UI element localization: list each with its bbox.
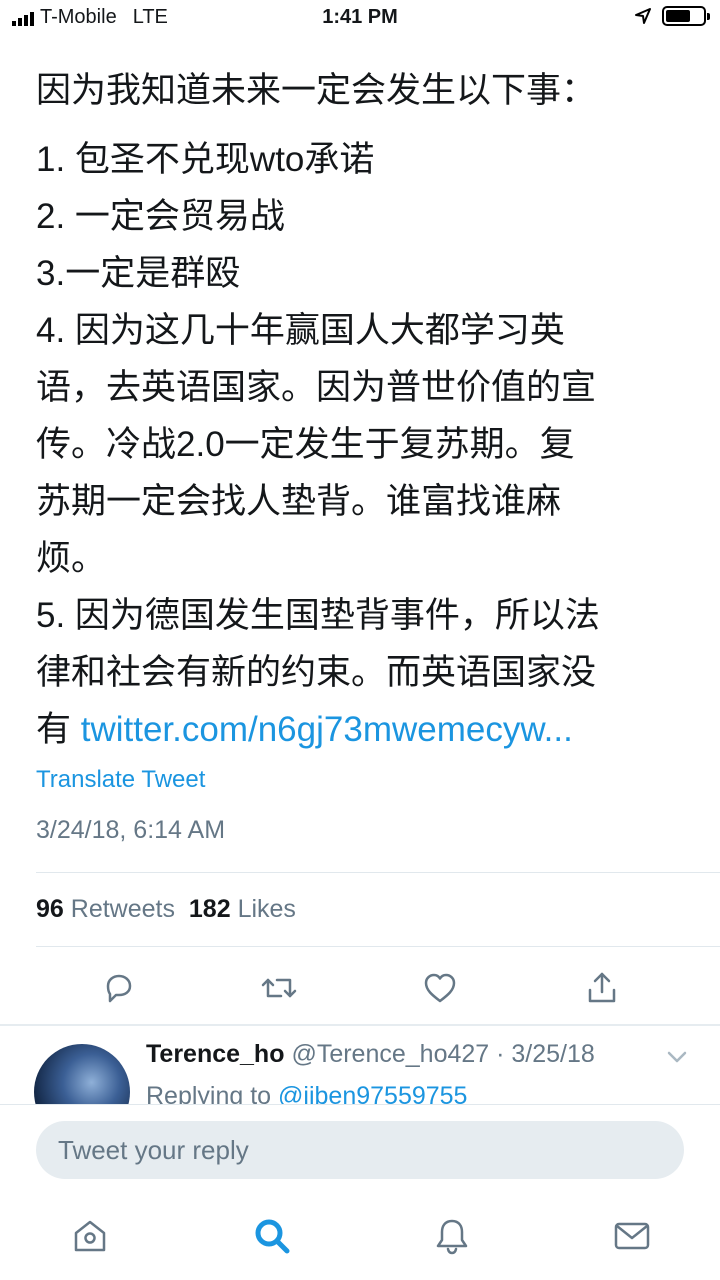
clock: 1:41 PM [322, 6, 398, 28]
tweet-link[interactable]: twitter.com/n6gj73mwemecyw... [81, 710, 573, 749]
reply-header: Terence_ho @Terence_ho427 · 3/25/18 [146, 1040, 595, 1069]
search-icon [255, 1219, 290, 1254]
reply-preview[interactable]: Terence_ho @Terence_ho427 · 3/25/18 Repl… [0, 1030, 720, 1104]
battery-icon [662, 6, 710, 26]
bell-icon [436, 1219, 468, 1255]
tab-search[interactable] [250, 1214, 294, 1258]
tweet-actions [0, 966, 720, 1010]
tab-messages[interactable] [610, 1214, 654, 1258]
tweet-line: 语，去英语国家。因为普世价值的宣 [36, 368, 597, 407]
tab-notifications[interactable] [430, 1214, 474, 1258]
tweet-line: 4. 因为这几十年赢国人大都学习英 [36, 311, 565, 350]
tweet-line: 5. 因为德国发生国垫背事件，所以法 [36, 596, 600, 635]
heart-icon [424, 973, 456, 1003]
retweet-icon [261, 978, 297, 998]
tweet-line: 苏期一定会找人垫背。谁富找谁麻 [36, 482, 562, 521]
divider [36, 872, 720, 873]
retweets-label[interactable]: Retweets [71, 895, 175, 923]
tweet-line-last: 有 twitter.com/n6gj73mwemecyw... [36, 701, 696, 758]
reply-input[interactable] [36, 1121, 684, 1179]
tab-home[interactable] [68, 1214, 112, 1258]
reply-button[interactable] [96, 966, 140, 1010]
tweet-line: 律和社会有新的约束。而英语国家没 [36, 653, 597, 692]
tab-bar [0, 1200, 720, 1280]
reply-composer [0, 1104, 720, 1201]
reply-author-name[interactable]: Terence_ho [146, 1040, 284, 1068]
share-icon [588, 972, 616, 1003]
tweet-text: 因为我知道未来一定会发生以下事： 1. 包圣不兑现wto承诺 2. 一定会贸易战… [36, 62, 696, 758]
tweet-line-prefix: 有 [36, 710, 81, 749]
replying-handle[interactable]: @jiben97559755 [278, 1082, 467, 1104]
tweet-line: 1. 包圣不兑现wto承诺 [36, 140, 375, 179]
tweet-line: 传。冷战2.0一定发生于复苏期。复 [36, 425, 575, 464]
section-divider [0, 1024, 720, 1026]
retweets-count[interactable]: 96 [36, 895, 64, 923]
divider [36, 946, 720, 947]
tweet-stats: 96 Retweets 182 Likes [36, 895, 296, 924]
reply-icon [106, 974, 132, 1003]
likes-count[interactable]: 182 [189, 895, 231, 923]
home-icon [74, 1220, 106, 1252]
status-right [634, 6, 710, 26]
tweet-timestamp: 3/24/18, 6:14 AM [36, 816, 226, 844]
reply-menu-button[interactable] [666, 1050, 688, 1069]
tweet-line: 烦。 [36, 539, 107, 578]
translate-tweet-link[interactable]: Translate Tweet [36, 766, 205, 794]
like-button[interactable] [418, 966, 462, 1010]
location-arrow-icon [635, 8, 651, 24]
reply-author-meta: @Terence_ho427 · 3/25/18 [291, 1040, 595, 1068]
status-bar: T-Mobile LTE 1:41 PM [0, 0, 720, 36]
replying-to: Replying to @jiben97559755 [146, 1082, 467, 1104]
chevron-down-icon [667, 1051, 687, 1063]
share-button[interactable] [580, 966, 624, 1010]
retweet-button[interactable] [257, 966, 301, 1010]
tweet-line: 2. 一定会贸易战 [36, 197, 285, 236]
likes-label[interactable]: Likes [238, 895, 296, 923]
avatar[interactable] [34, 1044, 130, 1104]
tweet-line: 因为我知道未来一定会发生以下事： [36, 71, 597, 110]
mail-icon [614, 1222, 650, 1250]
replying-prefix: Replying to [146, 1082, 279, 1104]
tweet-line: 3.一定是群殴 [36, 254, 241, 293]
